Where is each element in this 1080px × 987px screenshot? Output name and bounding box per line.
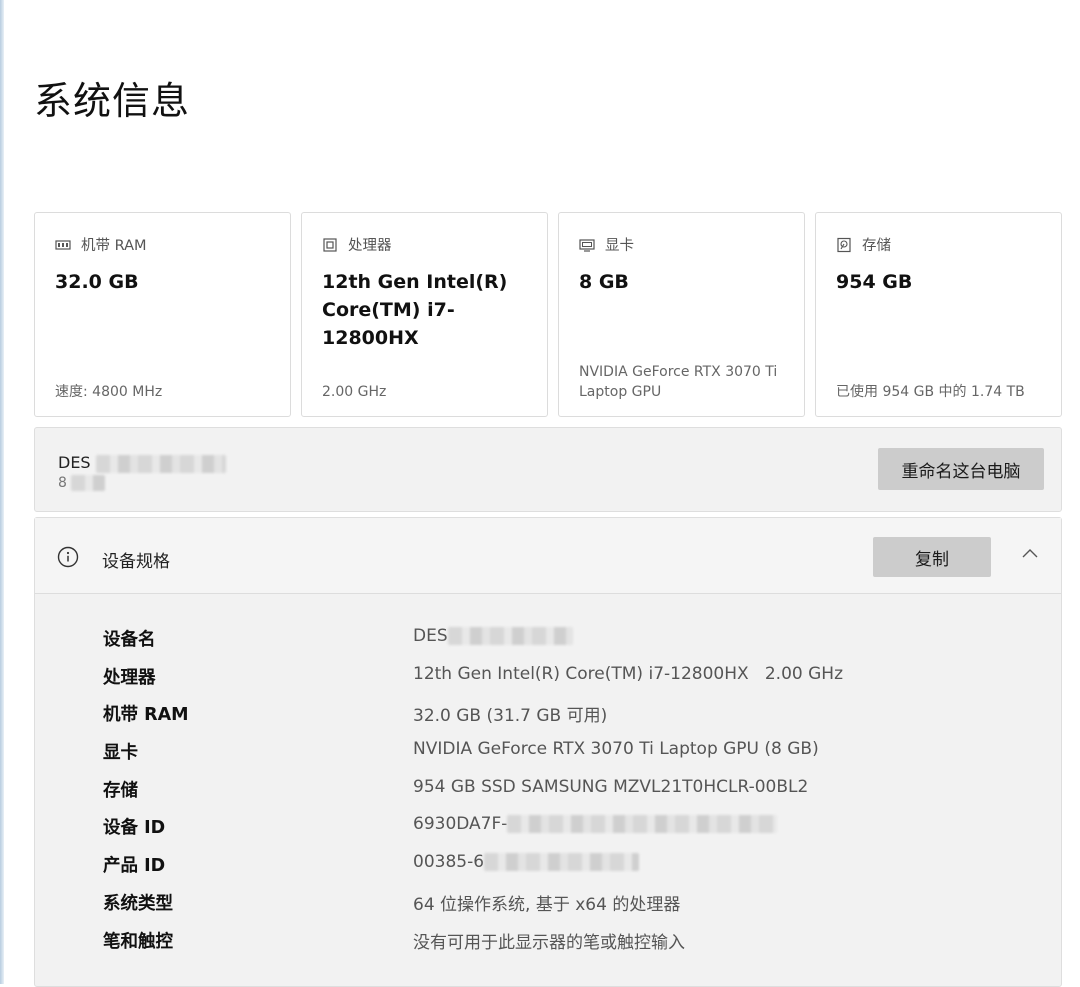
spec-value: 32.0 GB (31.7 GB 可用) <box>413 706 608 727</box>
processor-card: 处理器 12th Gen Intel(R) Core(TM) i7-12800H… <box>301 212 548 417</box>
spec-label: 设备 ID <box>103 818 166 839</box>
spec-row-system-type: 系统类型 64 位操作系统, 基于 x64 的处理器 <box>35 890 1061 928</box>
ram-card-value: 32.0 GB <box>55 271 139 293</box>
product-id-redacted <box>484 853 640 872</box>
ram-card-label: 机带 RAM <box>81 238 147 254</box>
device-id-redacted <box>507 815 778 834</box>
spec-row-device-name: 设备名 DES <box>35 626 1061 664</box>
spec-row-storage: 存储 954 GB SSD SAMSUNG MZVL21T0HCLR-00BL2 <box>35 777 1061 815</box>
window-left-edge <box>0 0 4 984</box>
storage-card-header: 存储 <box>836 234 891 255</box>
spec-value-text: 6930DA7F- <box>413 814 508 835</box>
spec-value: 没有可用于此显示器的笔或触控输入 <box>413 932 685 953</box>
rename-pc-button[interactable]: 重命名这台电脑 <box>878 448 1044 490</box>
display-adapter-icon <box>579 238 595 252</box>
memory-icon <box>55 239 71 250</box>
spec-row-processor: 处理器 12th Gen Intel(R) Core(TM) i7-12800H… <box>35 664 1061 702</box>
device-code-redacted <box>71 475 106 491</box>
spec-row-pen-touch: 笔和触控 没有可用于此显示器的笔或触控输入 <box>35 928 1061 966</box>
info-icon <box>57 546 79 568</box>
spec-value: 12th Gen Intel(R) Core(TM) i7-12800HX 2.… <box>413 663 843 684</box>
processor-card-value: 12th Gen Intel(R) Core(TM) i7-12800HX <box>322 271 508 349</box>
chevron-up-icon[interactable] <box>1021 546 1039 560</box>
storage-icon <box>837 237 851 252</box>
spec-label: 存储 <box>103 780 138 801</box>
spec-value-text: 00385-6 <box>413 852 485 873</box>
spec-label: 产品 ID <box>103 856 166 877</box>
ram-card-header: 机带 RAM <box>55 234 147 255</box>
spec-label: 处理器 <box>103 667 156 688</box>
storage-card: 存储 954 GB 已使用 954 GB 中的 1.74 TB <box>815 212 1062 417</box>
device-name-text: DES <box>58 453 91 472</box>
gpu-card-label: 显卡 <box>605 238 634 254</box>
spec-label: 显卡 <box>103 743 138 764</box>
spec-label: 笔和触控 <box>103 931 173 952</box>
spec-row-gpu: 显卡 NVIDIA GeForce RTX 3070 Ti Laptop GPU… <box>35 739 1061 777</box>
processor-icon <box>323 237 337 252</box>
gpu-card-value: 8 GB <box>579 271 629 293</box>
spec-value: 64 位操作系统, 基于 x64 的处理器 <box>413 894 681 915</box>
spec-label: 机带 RAM <box>103 705 189 726</box>
device-specs-title: 设备规格 <box>102 552 170 572</box>
spec-label: 系统类型 <box>103 893 173 914</box>
spec-label: 设备名 <box>103 630 156 650</box>
spec-value-text: DES <box>413 626 448 646</box>
device-specs-panel: 设备规格 复制 设备名 DES 处理器 12th Gen Intel(R) Co… <box>34 517 1062 987</box>
ram-card-speed: 速度: 4800 MHz <box>55 384 163 400</box>
gpu-card-model: NVIDIA GeForce RTX 3070 Ti Laptop GPU <box>579 364 778 400</box>
device-specs-list: 设备名 DES 处理器 12th Gen Intel(R) Core(TM) i… <box>35 626 1061 965</box>
storage-card-value: 954 GB <box>836 271 913 293</box>
spec-value: 954 GB SSD SAMSUNG MZVL21T0HCLR-00BL2 <box>413 776 809 797</box>
processor-card-header: 处理器 <box>322 234 392 255</box>
gpu-card-header: 显卡 <box>579 234 634 255</box>
processor-card-label: 处理器 <box>348 238 392 254</box>
storage-card-usage: 已使用 954 GB 中的 1.74 TB <box>836 384 1025 400</box>
spec-row-product-id: 产品 ID 00385-6 <box>35 852 1061 890</box>
spec-value: NVIDIA GeForce RTX 3070 Ti Laptop GPU (8… <box>413 739 819 760</box>
gpu-card: 显卡 8 GB NVIDIA GeForce RTX 3070 Ti Lapto… <box>558 212 805 417</box>
storage-card-label: 存储 <box>862 238 891 254</box>
ram-card: 机带 RAM 32.0 GB 速度: 4800 MHz <box>34 212 291 417</box>
spec-row-ram: 机带 RAM 32.0 GB (31.7 GB 可用) <box>35 701 1061 739</box>
spec-value: DES <box>413 626 573 646</box>
device-name-bar: DES 8 重命名这台电脑 <box>34 427 1062 512</box>
spec-row-device-id: 设备 ID 6930DA7F- <box>35 814 1061 852</box>
device-name-redacted <box>95 454 226 473</box>
page-title: 系统信息 <box>34 79 191 123</box>
device-name-redacted <box>447 627 573 645</box>
processor-card-speed: 2.00 GHz <box>322 384 387 400</box>
copy-button[interactable]: 复制 <box>873 537 991 577</box>
device-code-text: 8 <box>58 475 67 491</box>
device-name: DES <box>58 453 226 473</box>
device-code: 8 <box>58 475 106 491</box>
spec-value: 6930DA7F- <box>413 814 778 835</box>
device-specs-header[interactable]: 设备规格 复制 <box>35 518 1061 594</box>
spec-value: 00385-6 <box>413 852 640 873</box>
